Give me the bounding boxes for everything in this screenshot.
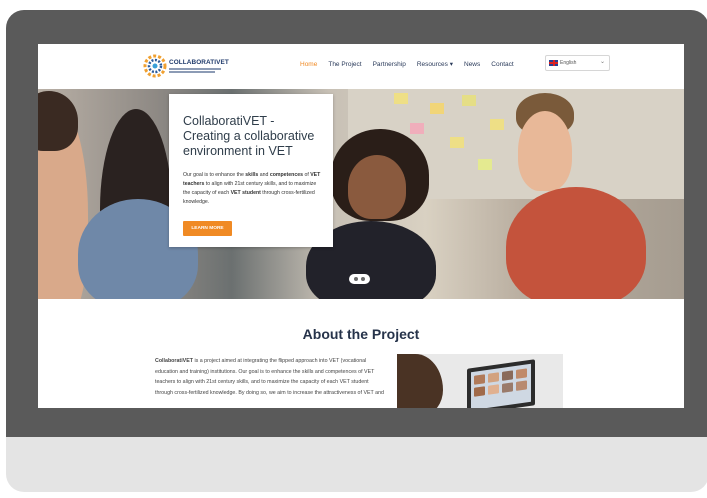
about-title: About the Project (302, 326, 420, 342)
nav-home[interactable]: Home (300, 61, 317, 68)
sticky-note (410, 123, 424, 134)
hero-banner: CollaboratiVET - Creating a collaborativ… (38, 89, 684, 299)
logo-gear-icon (143, 54, 167, 78)
language-selected: English (560, 60, 577, 66)
video-tile (488, 372, 499, 383)
site-logo[interactable]: COLLABORATIVET (142, 51, 229, 81)
person-center-face (348, 155, 406, 219)
slider-dot[interactable] (354, 277, 358, 281)
sticky-note (462, 95, 476, 106)
site-header: COLLABORATIVET Home The Project Partners… (38, 44, 684, 89)
video-call-screen (471, 363, 531, 408)
sticky-note (430, 103, 444, 114)
person-left-hair (38, 91, 78, 151)
screenshot-card: COLLABORATIVET Home The Project Partners… (6, 10, 707, 492)
slider-pagination[interactable] (349, 274, 370, 284)
website-screenshot: COLLABORATIVET Home The Project Partners… (38, 44, 684, 408)
about-text: CollaboratiVET is a project aimed at int… (155, 356, 388, 398)
video-tile (502, 382, 513, 393)
video-tile (516, 380, 527, 391)
nav-the-project[interactable]: The Project (328, 61, 361, 68)
slider-dot[interactable] (361, 277, 365, 281)
sticky-note (490, 119, 504, 130)
logo-text: COLLABORATIVET (169, 59, 229, 66)
language-select[interactable]: English ⌄ (545, 55, 610, 71)
nav-contact[interactable]: Contact (491, 61, 513, 68)
person-right-face (518, 111, 572, 191)
sticky-note (478, 159, 492, 170)
laptop-image (467, 359, 535, 408)
person-image (397, 354, 443, 408)
about-text-bold: CollaboratiVET (155, 358, 193, 364)
nav-resources-label: Resources (416, 61, 448, 68)
video-tile (502, 370, 513, 381)
hero-title: CollaboratiVET - Creating a collaborativ… (183, 114, 315, 158)
main-nav: Home The Project Partnership Resources ▾… (300, 60, 525, 69)
logo-tagline (169, 71, 215, 73)
hero-description: Our goal is to enhance the skills and co… (183, 172, 321, 205)
learn-more-button[interactable]: LEARN MORE (183, 221, 232, 236)
nav-news[interactable]: News (464, 61, 480, 68)
video-tile (474, 386, 485, 397)
about-image-video-call (397, 354, 563, 408)
hero-card: CollaboratiVET - Creating a collaborativ… (169, 94, 333, 247)
video-tile (474, 374, 485, 385)
sticky-note (394, 93, 408, 104)
video-tile (488, 384, 499, 395)
nav-partnership[interactable]: Partnership (373, 61, 406, 68)
uk-flag-icon (549, 60, 558, 66)
chevron-down-icon: ⌄ (599, 59, 605, 65)
chevron-down-icon: ▾ (449, 61, 453, 68)
video-tile (516, 368, 527, 379)
person-right-shirt (506, 187, 646, 299)
nav-resources[interactable]: Resources ▾ (417, 60, 453, 68)
sticky-note (450, 137, 464, 148)
logo-tagline (169, 68, 221, 70)
